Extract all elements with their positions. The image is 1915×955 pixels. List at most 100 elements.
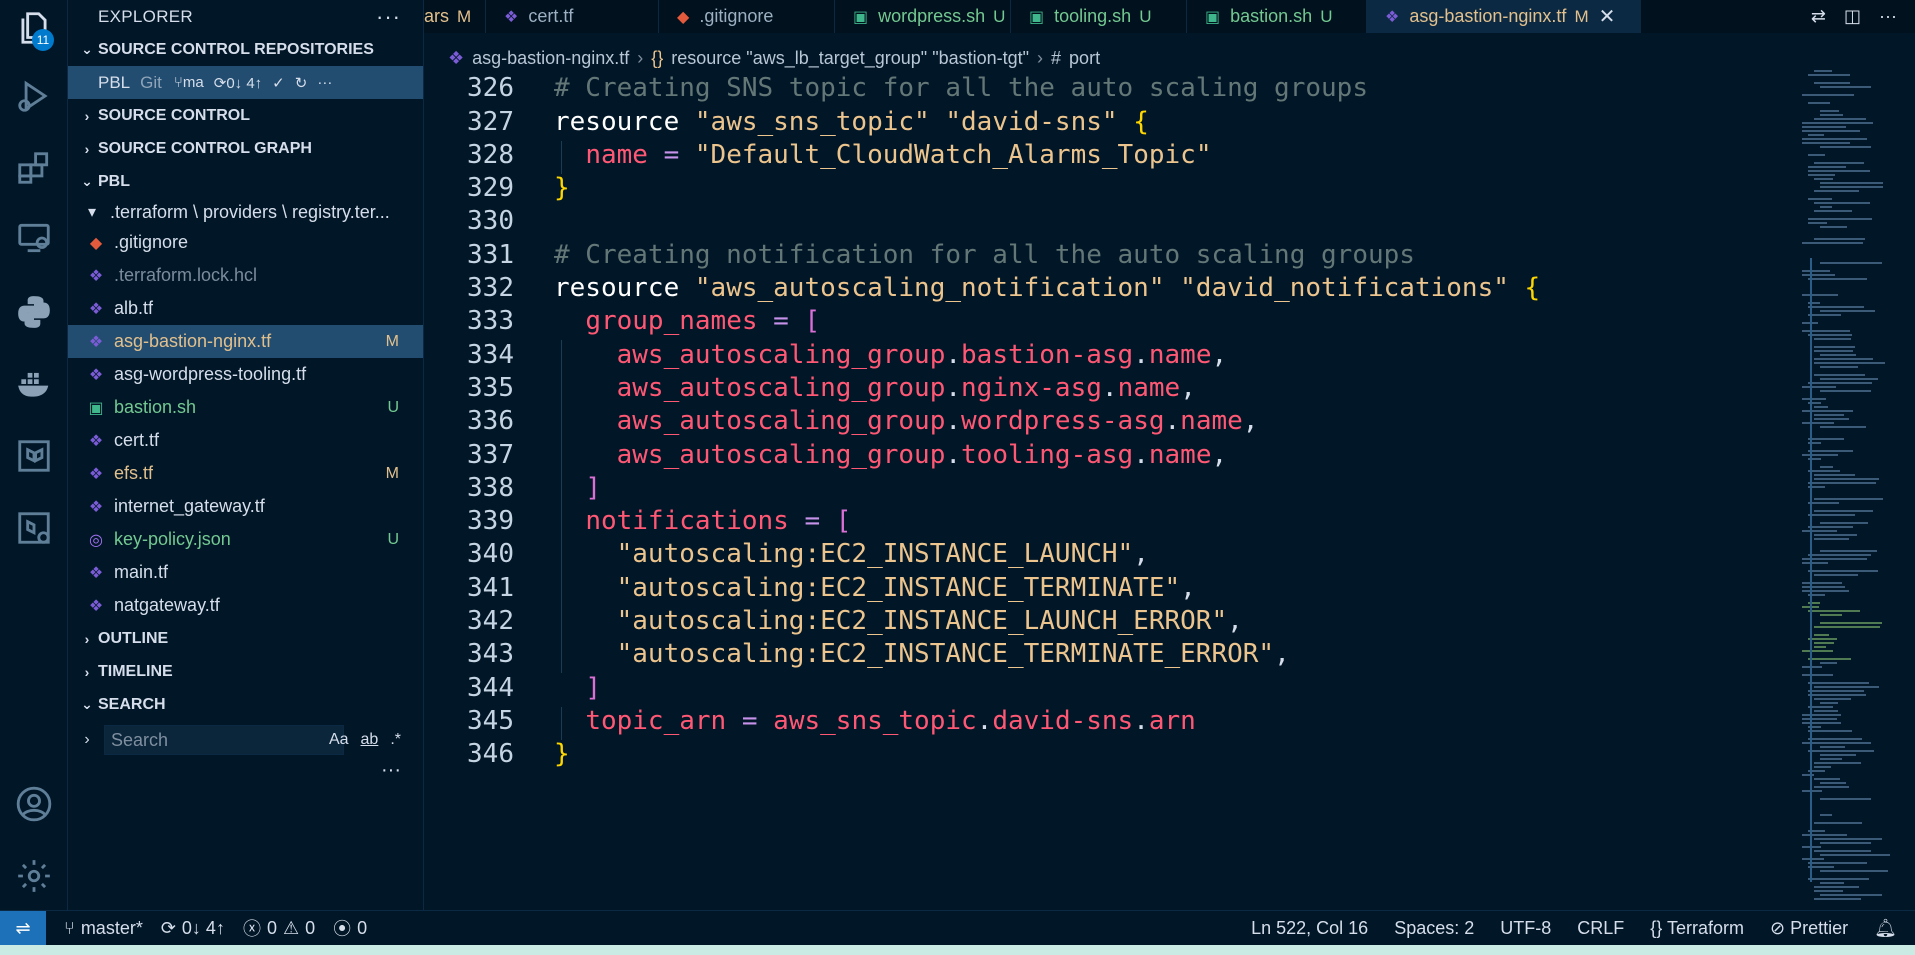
docker-icon[interactable] [0, 356, 68, 412]
settings-icon[interactable] [0, 848, 68, 904]
run-debug-icon[interactable] [0, 68, 68, 124]
sync-icon[interactable]: ⟳0↓ 4↑ [214, 74, 262, 92]
commit-check-icon[interactable]: ✓ [272, 74, 285, 92]
minimap-line [1802, 562, 1828, 564]
file-tree-item[interactable]: ❖ natgateway.tf [68, 589, 423, 622]
refresh-icon[interactable]: ↻ [295, 74, 308, 92]
breadcrumb-symbol[interactable]: port [1069, 48, 1100, 69]
editor-tab[interactable]: ❖ cert.tf [486, 0, 659, 33]
repo-row[interactable]: PBL Git ⑂ma ⟳0↓ 4↑ ✓ ↻ ··· [68, 66, 423, 99]
file-tree-item[interactable]: ▾ .terraform \ providers \ registry.ter..… [68, 198, 423, 226]
status-formatter[interactable]: ⊘ Prettier [1770, 918, 1848, 939]
terraform-file-icon: ❖ [88, 366, 104, 384]
terraform-file-icon: ❖ [88, 465, 104, 483]
minimap-line [1808, 102, 1830, 104]
account-icon[interactable] [0, 776, 68, 832]
section-source-control-graph[interactable]: › SOURCE CONTROL GRAPH [68, 132, 423, 165]
status-indentation[interactable]: Spaces: 2 [1394, 918, 1474, 939]
status-cursor-position[interactable]: Ln 522, Col 16 [1251, 918, 1368, 939]
editor-tab[interactable]: ▣ tooling.sh U [1011, 0, 1187, 33]
minimap-line [1802, 94, 1854, 96]
brackets-icon: {} [651, 47, 664, 68]
section-source-control[interactable]: › SOURCE CONTROL [68, 99, 423, 132]
status-eol[interactable]: CRLF [1577, 918, 1624, 939]
minimap-line [1820, 842, 1871, 844]
minimap-line [1814, 478, 1879, 480]
status-language[interactable]: {} Terraform [1650, 918, 1744, 939]
minimap[interactable] [1794, 40, 1915, 910]
editor-tab[interactable]: ▣ wordpress.sh U [835, 0, 1011, 33]
minimap-line [1808, 334, 1852, 336]
file-tree-item[interactable]: ◆ .gitignore [68, 226, 423, 259]
minimap-line [1820, 550, 1877, 552]
editor-tab[interactable]: ❖ asg-bastion-nginx.tf M ✕ [1367, 0, 1641, 33]
minimap-line [1802, 742, 1871, 744]
minimap-line [1802, 722, 1841, 724]
search-more-icon[interactable]: ··· [381, 759, 401, 782]
editor-more-icon[interactable]: ··· [1879, 6, 1897, 27]
minimap-line [1820, 870, 1888, 872]
code-editor[interactable]: 326 # Creating SNS topic for all the auto… [424, 76, 1794, 910]
file-tree-item[interactable]: ◎ key-policy.json U [68, 523, 423, 556]
editor-tab[interactable]: ars M [424, 0, 486, 33]
section-outline[interactable]: › OUTLINE [68, 622, 423, 655]
minimap-line [1820, 754, 1856, 756]
replace-toggle-icon[interactable]: › [76, 731, 98, 749]
status-encoding[interactable]: UTF-8 [1500, 918, 1551, 939]
regex-icon[interactable]: .* [390, 731, 401, 749]
file-name: natgateway.tf [114, 595, 220, 615]
file-tree-item[interactable]: ❖ internet_gateway.tf [68, 490, 423, 523]
file-name: .gitignore [114, 232, 189, 252]
explorer-icon[interactable]: 11 [0, 0, 68, 56]
split-editor-icon[interactable]: ◫ [1844, 6, 1861, 27]
python-icon[interactable] [0, 284, 68, 340]
editor-tab[interactable]: ◆ .gitignore [659, 0, 835, 33]
editor-tab[interactable]: ▣ bastion.sh U [1187, 0, 1367, 33]
status-problems[interactable]: ⓧ 0 ⚠ 0 [243, 915, 315, 941]
minimap-line [1820, 894, 1882, 896]
file-tree-item[interactable]: ❖ alb.tf [68, 292, 423, 325]
terraform-icon[interactable] [0, 428, 68, 484]
repo-more-icon[interactable]: ··· [317, 74, 332, 91]
minimap-line [1808, 514, 1855, 516]
file-tree-item[interactable]: ❖ cert.tf [68, 424, 423, 457]
file-tree-item[interactable]: ❖ asg-bastion-nginx.tf M [68, 325, 423, 358]
more-actions-icon[interactable]: ··· [376, 4, 401, 30]
minimap-scroll-indicator[interactable] [1810, 258, 1812, 882]
close-icon[interactable]: ✕ [1599, 4, 1616, 29]
extensions-icon[interactable] [0, 140, 68, 196]
terraform-cloud-icon[interactable] [0, 500, 68, 556]
prettier-check-icon: ⊘ [1770, 917, 1786, 938]
minimap-line [1820, 522, 1868, 524]
breadcrumb-resource[interactable]: resource "aws_lb_target_group" "bastion-… [671, 48, 1029, 69]
minimap-line [1814, 634, 1829, 636]
status-branch[interactable]: ⑂ master* [64, 918, 143, 939]
file-tree-item[interactable]: ▣ bastion.sh U [68, 391, 423, 424]
file-tree-item[interactable]: ❖ .terraform.lock.hcl [68, 259, 423, 292]
remote-indicator-icon[interactable]: ⇌ [0, 910, 46, 946]
search-input[interactable] [104, 725, 344, 755]
minimap-line [1808, 306, 1864, 308]
status-ports[interactable]: ⦿ 0 [333, 915, 367, 941]
section-timeline[interactable]: › TIMELINE [68, 655, 423, 688]
terraform-file-icon: ❖ [1385, 8, 1400, 26]
open-changes-icon[interactable]: ⇄ [1811, 6, 1826, 27]
whole-word-icon[interactable]: ab [361, 731, 379, 749]
branch-icon[interactable]: ⑂ma [174, 74, 204, 91]
status-sync[interactable]: ⟳ 0↓ 4↑ [161, 918, 225, 939]
minimap-line [1820, 782, 1846, 784]
code-line[interactable]: 346} [424, 734, 1794, 775]
file-tree-item[interactable]: ❖ efs.tf M [68, 457, 423, 490]
file-tree-item[interactable]: ❖ main.tf [68, 556, 423, 589]
remote-explorer-icon[interactable] [0, 210, 68, 266]
breadcrumb-file[interactable]: asg-bastion-nginx.tf [472, 48, 629, 69]
section-pbl[interactable]: ⌄ PBL [68, 165, 423, 198]
file-tree-item[interactable]: ❖ asg-wordpress-tooling.tf [68, 358, 423, 391]
section-search[interactable]: ⌄ SEARCH [68, 688, 423, 721]
notifications-bell-icon[interactable]: 🔔︎ [1874, 918, 1897, 939]
minimap-line [1814, 890, 1843, 892]
match-case-icon[interactable]: Aa [329, 731, 349, 749]
breadcrumb: ❖ asg-bastion-nginx.tf › {} resource "aw… [424, 40, 1915, 76]
file-name: cert.tf [114, 430, 160, 450]
section-source-control-repositories[interactable]: ⌄ SOURCE CONTROL REPOSITORIES [68, 33, 423, 66]
